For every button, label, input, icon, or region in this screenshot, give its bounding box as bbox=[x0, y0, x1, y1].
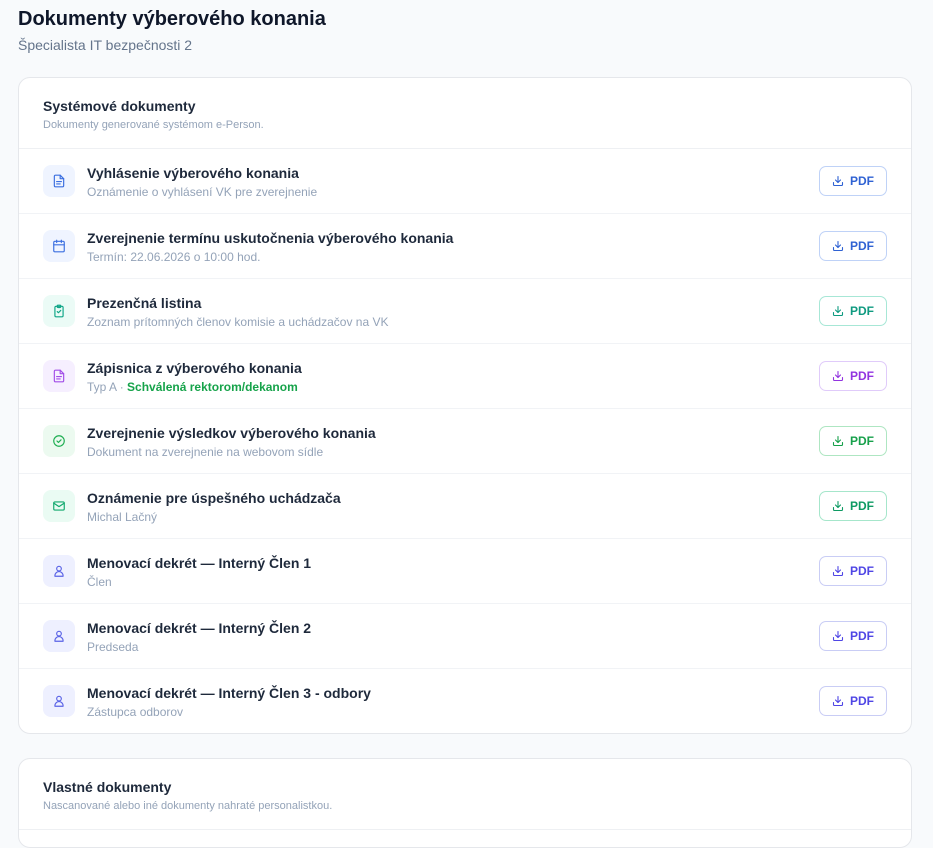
pdf-button-label: PDF bbox=[850, 694, 874, 708]
custom-documents-header: Vlastné dokumenty Nascanované alebo iné … bbox=[19, 759, 911, 830]
document-title: Zverejnenie termínu uskutočnenia výberov… bbox=[87, 230, 454, 246]
document-row-dekret-clen-2: Menovací dekrét — Interný Člen 2 Predsed… bbox=[19, 604, 911, 669]
document-type: Typ A · bbox=[87, 380, 124, 394]
document-title: Menovací dekrét — Interný Člen 2 bbox=[87, 620, 312, 636]
download-icon bbox=[832, 500, 844, 512]
download-icon bbox=[832, 565, 844, 577]
system-documents-card: Systémové dokumenty Dokumenty generované… bbox=[18, 77, 912, 734]
document-row-prezencna-listina: Prezenčná listina Zoznam prítomných člen… bbox=[19, 279, 911, 344]
user-icon bbox=[43, 555, 75, 587]
document-title: Zápisnica z výberového konania bbox=[87, 360, 302, 376]
pdf-button-label: PDF bbox=[850, 499, 874, 513]
file-text-icon bbox=[43, 360, 75, 392]
download-pdf-button[interactable]: PDF bbox=[819, 361, 887, 391]
approval-status: Schválená rektorom/dekanom bbox=[127, 380, 298, 394]
document-row-vyhlasenie: Vyhlásenie výberového konania Oznámenie … bbox=[19, 149, 911, 214]
document-subtitle: Michal Lačný bbox=[87, 510, 158, 524]
mail-icon bbox=[43, 490, 75, 522]
pdf-button-label: PDF bbox=[850, 434, 874, 448]
pdf-button-label: PDF bbox=[850, 304, 874, 318]
system-documents-header: Systémové dokumenty Dokumenty generované… bbox=[19, 78, 911, 149]
download-pdf-button[interactable]: PDF bbox=[819, 426, 887, 456]
document-subtitle: Dokument na zverejnenie na webovom sídle bbox=[87, 445, 324, 459]
document-title: Prezenčná listina bbox=[87, 295, 202, 311]
download-icon bbox=[832, 370, 844, 382]
pdf-button-label: PDF bbox=[850, 369, 874, 383]
download-pdf-button[interactable]: PDF bbox=[819, 296, 887, 326]
download-pdf-button[interactable]: PDF bbox=[819, 491, 887, 521]
page-subtitle: Špecialista IT bezpečnosti 2 bbox=[18, 37, 193, 53]
document-row-termin: Zverejnenie termínu uskutočnenia výberov… bbox=[19, 214, 911, 279]
document-title: Menovací dekrét — Interný Člen 3 - odbor… bbox=[87, 685, 371, 701]
custom-documents-title: Vlastné dokumenty bbox=[43, 779, 172, 795]
document-title: Menovací dekrét — Interný Člen 1 bbox=[87, 555, 312, 571]
document-title: Vyhlásenie výberového konania bbox=[87, 165, 299, 181]
download-pdf-button[interactable]: PDF bbox=[819, 231, 887, 261]
document-subtitle: Zástupca odborov bbox=[87, 705, 184, 719]
download-pdf-button[interactable]: PDF bbox=[819, 556, 887, 586]
document-subtitle: Typ A · Schválená rektorom/dekanom bbox=[87, 380, 302, 394]
download-pdf-button[interactable]: PDF bbox=[819, 166, 887, 196]
download-icon bbox=[832, 630, 844, 642]
document-row-dekret-clen-1: Menovací dekrét — Interný Člen 1 Člen PD… bbox=[19, 539, 911, 604]
pdf-button-label: PDF bbox=[850, 174, 874, 188]
custom-documents-description: Nascanované alebo iné dokumenty nahraté … bbox=[43, 800, 333, 812]
download-pdf-button[interactable]: PDF bbox=[819, 686, 887, 716]
document-title: Oznámenie pre úspešného uchádzača bbox=[87, 490, 341, 506]
custom-documents-card: Vlastné dokumenty Nascanované alebo iné … bbox=[18, 758, 912, 848]
download-icon bbox=[832, 305, 844, 317]
page-header: Dokumenty výberového konania Špecialista… bbox=[18, 6, 326, 54]
system-documents-description: Dokumenty generované systémom e-Person. bbox=[43, 119, 264, 131]
document-subtitle: Predseda bbox=[87, 640, 139, 654]
check-circle-icon bbox=[43, 425, 75, 457]
pdf-button-label: PDF bbox=[850, 239, 874, 253]
download-icon bbox=[832, 175, 844, 187]
calendar-icon bbox=[43, 230, 75, 262]
download-icon bbox=[832, 240, 844, 252]
document-subtitle: Termín: 22.06.2026 o 10:00 hod. bbox=[87, 250, 261, 264]
page-title: Dokumenty výberového konania bbox=[18, 8, 326, 30]
download-icon bbox=[832, 695, 844, 707]
file-text-icon bbox=[43, 165, 75, 197]
download-pdf-button[interactable]: PDF bbox=[819, 621, 887, 651]
document-row-oznamenie-uchadzac: Oznámenie pre úspešného uchádzača Michal… bbox=[19, 474, 911, 539]
user-icon bbox=[43, 620, 75, 652]
download-icon bbox=[832, 435, 844, 447]
document-subtitle: Oznámenie o vyhlásení VK pre zverejnenie bbox=[87, 185, 318, 199]
system-documents-title: Systémové dokumenty bbox=[43, 98, 196, 114]
document-subtitle: Člen bbox=[87, 575, 112, 589]
document-row-zapisnica: Zápisnica z výberového konania Typ A · S… bbox=[19, 344, 911, 409]
document-title: Zverejnenie výsledkov výberového konania bbox=[87, 425, 376, 441]
document-row-dekret-clen-3: Menovací dekrét — Interný Člen 3 - odbor… bbox=[19, 669, 911, 733]
document-subtitle: Zoznam prítomných členov komisie a uchád… bbox=[87, 315, 389, 329]
document-row-vysledky: Zverejnenie výsledkov výberového konania… bbox=[19, 409, 911, 474]
pdf-button-label: PDF bbox=[850, 564, 874, 578]
clipboard-check-icon bbox=[43, 295, 75, 327]
user-icon bbox=[43, 685, 75, 717]
pdf-button-label: PDF bbox=[850, 629, 874, 643]
